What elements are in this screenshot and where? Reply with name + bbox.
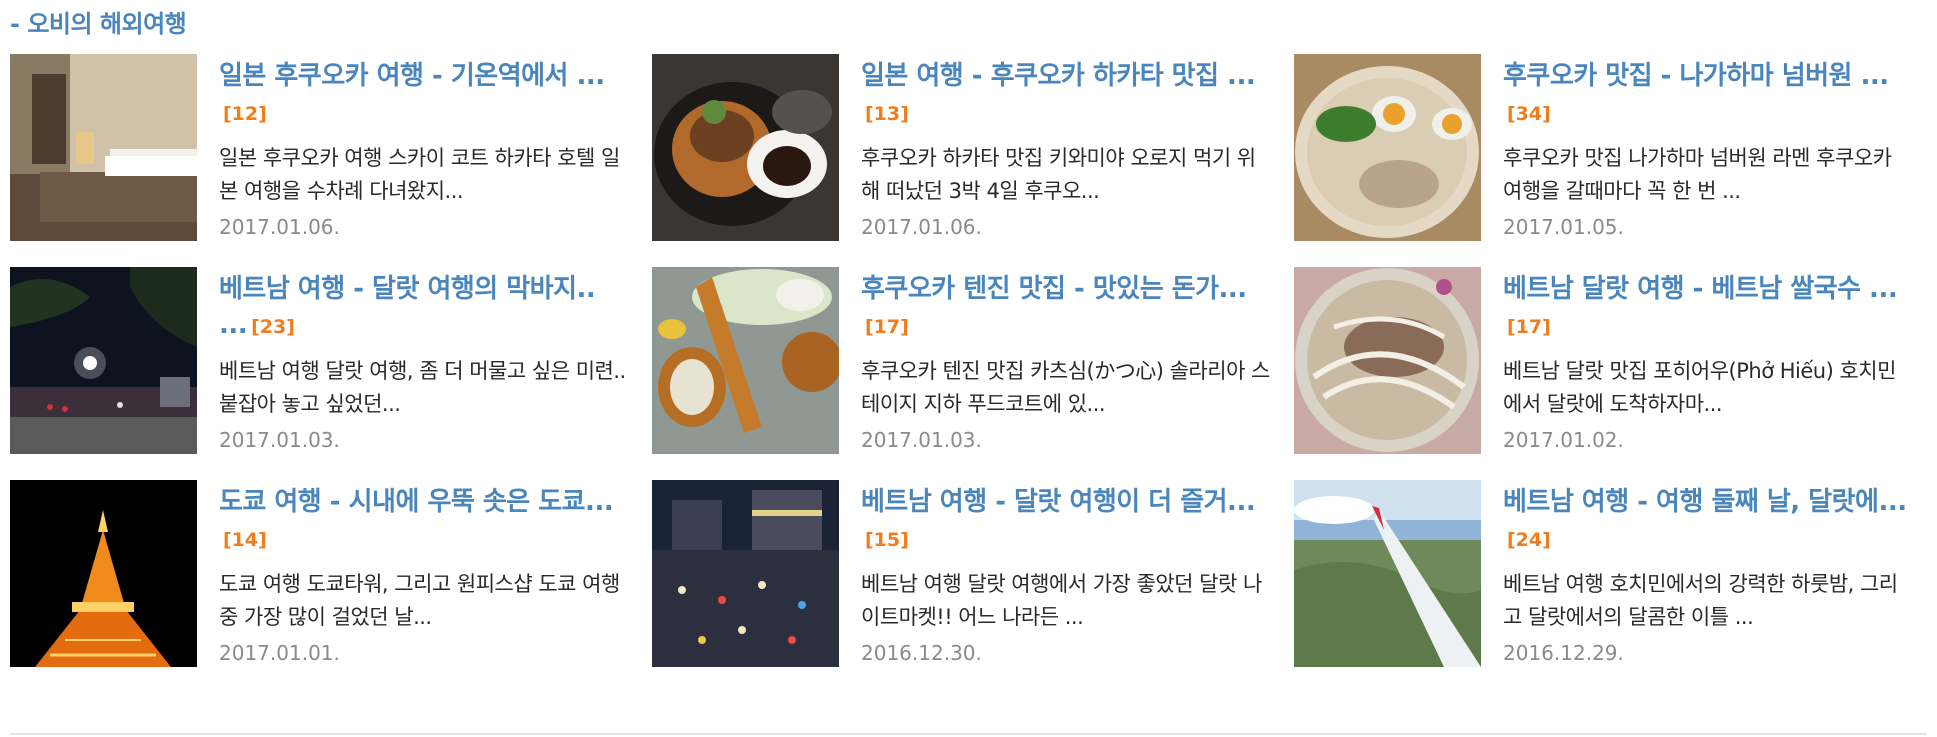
post-date: 2017.01.02.: [1503, 428, 1624, 452]
post-grid: 일본 후쿠오카 여행 - 기온역에서 ... [12] 일본 후쿠오카 여행 스카…: [10, 54, 1910, 667]
post-card[interactable]: 베트남 여행 - 여행 둘째 날, 달랏에... [24] 베트남 여행 호치민에…: [1294, 480, 1910, 667]
post-date: 2016.12.30.: [861, 641, 982, 665]
comment-count: [17]: [1507, 316, 1551, 338]
post-title[interactable]: 일본 후쿠오카 여행 - 기온역에서 ...: [219, 61, 605, 91]
post-title[interactable]: 일본 여행 - 후쿠오카 하카타 맛집 ...: [861, 61, 1256, 91]
post-excerpt: 후쿠오카 텐진 맛집 카츠심(かつ心) 솔라리아 스테이지 지하 푸드코트에 있…: [861, 359, 1270, 416]
post-title[interactable]: 도쿄 여행 - 시내에 우뚝 솟은 도쿄...: [219, 487, 614, 517]
post-excerpt: 도쿄 여행 도쿄타워, 그리고 원피스샵 도쿄 여행 중 가장 많이 걸었던 날…: [219, 572, 620, 629]
post-thumbnail-tonkatsu-plate[interactable]: [652, 267, 839, 454]
post-excerpt: 후쿠오카 맛집 나가하마 넘버원 라멘 후쿠오카 여행을 갈때마다 꼭 한 번 …: [1503, 146, 1892, 203]
comment-count: [12]: [223, 103, 267, 125]
post-date: 2017.01.06.: [219, 215, 340, 239]
section-divider: [10, 733, 1927, 735]
post-card[interactable]: 베트남 달랏 여행 - 베트남 쌀국수 ... [17] 베트남 달랏 맛집 포히…: [1294, 267, 1910, 454]
comment-count: [15]: [865, 529, 909, 551]
post-card[interactable]: 도쿄 여행 - 시내에 우뚝 솟은 도쿄... [14] 도쿄 여행 도쿄타워, …: [10, 480, 652, 667]
comment-count: [24]: [1507, 529, 1551, 551]
post-card[interactable]: 후쿠오카 텐진 맛집 - 맛있는 돈가... [17] 후쿠오카 텐진 맛집 카츠…: [652, 267, 1294, 454]
post-title[interactable]: 베트남 여행 - 달랏 여행이 더 즐거...: [861, 487, 1256, 517]
section-title: - 오비의 해외여행: [10, 10, 187, 38]
comment-count: [34]: [1507, 103, 1551, 125]
post-excerpt: 베트남 여행 호치민에서의 강력한 하룻밤, 그리고 달랏에서의 달콤한 이틀 …: [1503, 572, 1898, 629]
post-thumbnail-airplane-wing[interactable]: [1294, 480, 1481, 667]
post-thumbnail-ramen-bowl[interactable]: [1294, 54, 1481, 241]
post-thumbnail-pho-bowl[interactable]: [1294, 267, 1481, 454]
post-date: 2017.01.03.: [219, 428, 340, 452]
post-excerpt: 베트남 여행 달랏 여행, 좀 더 머물고 싶은 미련.. 붙잡아 놓고 싶었던…: [219, 359, 626, 416]
post-excerpt: 일본 후쿠오카 여행 스카이 코트 하카타 호텔 일본 여행을 수차례 다녀왔지…: [219, 146, 620, 203]
post-date: 2016.12.29.: [1503, 641, 1624, 665]
post-thumbnail-night-square[interactable]: [10, 267, 197, 454]
comment-count: [23]: [251, 316, 295, 338]
post-excerpt: 베트남 달랏 맛집 포히어우(Phở Hiếu) 호치민에서 달랏에 도착하자마…: [1503, 359, 1896, 416]
post-excerpt: 베트남 여행 달랏 여행에서 가장 좋았던 달랏 나이트마켓!! 어느 나라든 …: [861, 572, 1262, 629]
post-title[interactable]: 후쿠오카 맛집 - 나가하마 넘버원 ...: [1503, 61, 1889, 91]
post-card[interactable]: 베트남 여행 - 달랏 여행의 막바지.. ... [23] 베트남 여행 달랏 …: [10, 267, 652, 454]
comment-count: [17]: [865, 316, 909, 338]
post-card[interactable]: 베트남 여행 - 달랏 여행이 더 즐거... [15] 베트남 여행 달랏 여행…: [652, 480, 1294, 667]
post-title[interactable]: 베트남 달랏 여행 - 베트남 쌀국수 ...: [1503, 274, 1898, 304]
comment-count: [14]: [223, 529, 267, 551]
post-card[interactable]: 일본 여행 - 후쿠오카 하카타 맛집 ... [13] 후쿠오카 하카타 맛집 …: [652, 54, 1294, 241]
post-thumbnail-night-market[interactable]: [652, 480, 839, 667]
post-title[interactable]: 후쿠오카 텐진 맛집 - 맛있는 돈가...: [861, 274, 1247, 304]
post-date: 2017.01.01.: [219, 641, 340, 665]
post-date: 2017.01.05.: [1503, 215, 1624, 239]
post-thumbnail-hotel-room[interactable]: [10, 54, 197, 241]
post-thumbnail-tokyo-tower[interactable]: [10, 480, 197, 667]
post-card[interactable]: 일본 후쿠오카 여행 - 기온역에서 ... [12] 일본 후쿠오카 여행 스카…: [10, 54, 652, 241]
post-date: 2017.01.06.: [861, 215, 982, 239]
post-card[interactable]: 후쿠오카 맛집 - 나가하마 넘버원 ... [34] 후쿠오카 맛집 나가하마 …: [1294, 54, 1910, 241]
post-excerpt: 후쿠오카 하카타 맛집 키와미야 오로지 먹기 위해 떠났던 3박 4일 후쿠오…: [861, 146, 1256, 203]
post-title[interactable]: 베트남 여행 - 여행 둘째 날, 달랏에...: [1503, 487, 1907, 517]
post-thumbnail-hamburg-steak[interactable]: [652, 54, 839, 241]
comment-count: [13]: [865, 103, 909, 125]
post-date: 2017.01.03.: [861, 428, 982, 452]
